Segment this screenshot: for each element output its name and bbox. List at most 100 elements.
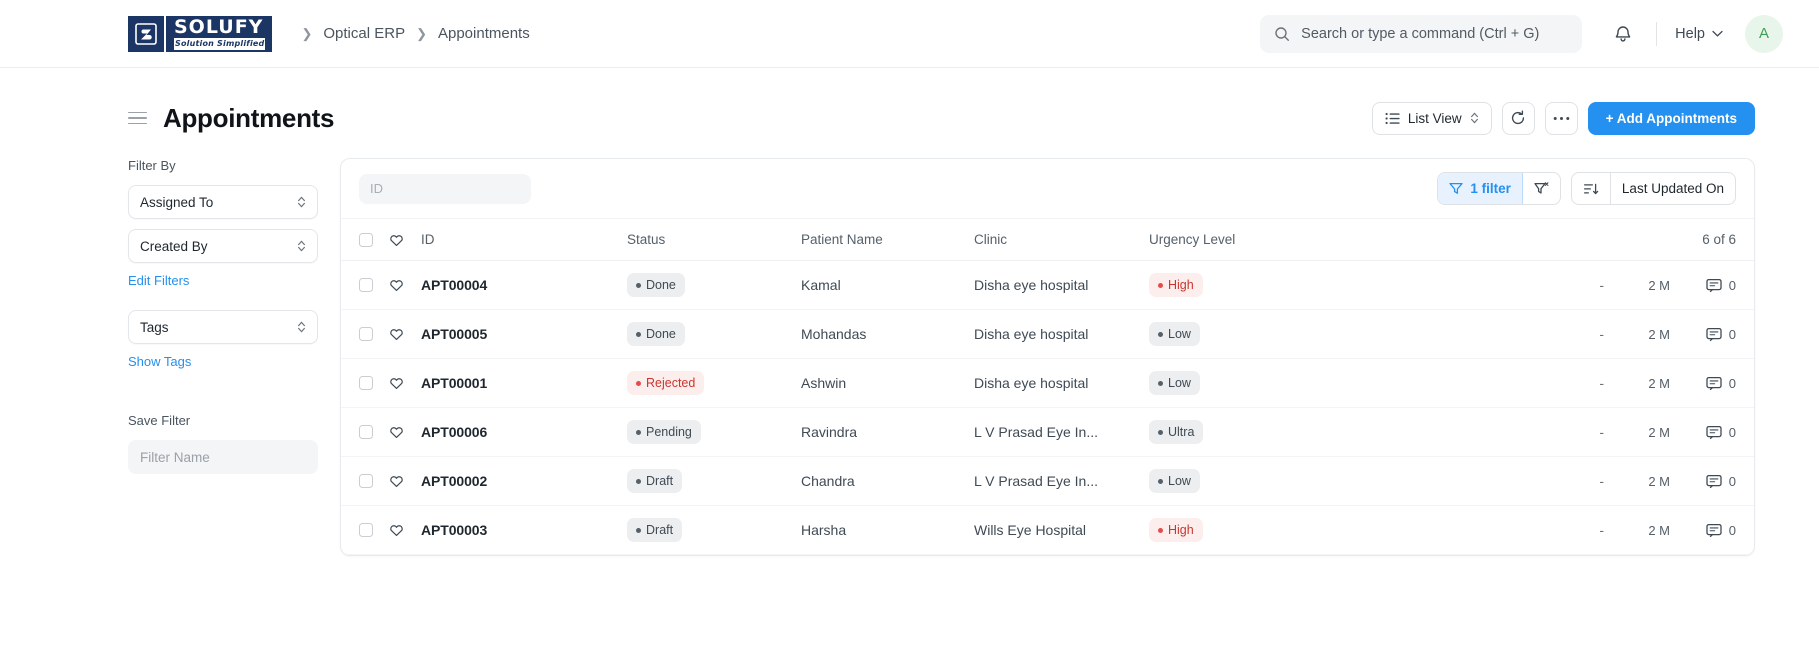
row-comment-cell[interactable]: 0 — [1670, 376, 1736, 391]
row-checkbox[interactable] — [359, 327, 373, 341]
filter-count-button[interactable]: 1 filter — [1438, 173, 1523, 204]
row-checkbox[interactable] — [359, 425, 373, 439]
row-id[interactable]: APT00002 — [421, 473, 487, 489]
urgency-badge: High — [1149, 518, 1203, 542]
row-checkbox[interactable] — [359, 376, 373, 390]
clear-filter-button[interactable] — [1523, 173, 1560, 204]
sort-descending-icon — [1583, 182, 1599, 196]
status-label: Draft — [646, 474, 674, 488]
row-id[interactable]: APT00005 — [421, 326, 487, 342]
funnel-clear-icon — [1534, 182, 1549, 195]
row-modified: 2 M — [1648, 277, 1670, 293]
row-assigned-placeholder: - — [1599, 326, 1604, 342]
table-row[interactable]: APT00003 Draft Harsha Wills Eye Hospital Hig… — [341, 506, 1754, 555]
row-checkbox[interactable] — [359, 523, 373, 537]
row-assigned-placeholder: - — [1599, 522, 1604, 538]
row-id[interactable]: APT00003 — [421, 522, 487, 538]
search-icon — [1274, 26, 1290, 42]
row-comment-cell[interactable]: 0 — [1670, 425, 1736, 440]
filter-tags[interactable]: Tags — [128, 310, 318, 344]
heart-icon[interactable] — [389, 474, 404, 488]
more-options-button[interactable] — [1544, 101, 1578, 135]
row-id[interactable]: APT00004 — [421, 277, 487, 293]
column-header-urgency-level[interactable]: Urgency Level — [1149, 232, 1702, 247]
row-modified: 2 M — [1648, 326, 1670, 342]
table-row[interactable]: APT00004 Done Kamal Disha eye hospital High -… — [341, 261, 1754, 310]
chevron-down-icon — [1712, 30, 1723, 37]
heart-icon[interactable] — [389, 523, 404, 537]
row-checkbox-cell — [359, 523, 389, 537]
urgency-label: High — [1168, 278, 1194, 292]
heart-icon[interactable] — [389, 376, 404, 390]
heart-icon[interactable] — [389, 327, 404, 341]
sidebar-toggle-icon[interactable] — [128, 111, 147, 125]
list-view-label: List View — [1407, 110, 1462, 126]
status-badge: Done — [627, 273, 685, 297]
heart-icon[interactable] — [389, 233, 404, 247]
column-header-id[interactable]: ID — [421, 232, 627, 247]
row-clinic: L V Prasad Eye In... — [974, 424, 1098, 440]
row-clinic: Disha eye hospital — [974, 277, 1089, 293]
filter-by-label: Filter By — [128, 158, 176, 173]
column-header-clinic[interactable]: Clinic — [974, 232, 1149, 247]
appointments-list: 1 filter — [340, 158, 1755, 556]
comment-icon — [1706, 376, 1722, 391]
comment-count: 0 — [1728, 375, 1736, 391]
id-filter-input[interactable] — [359, 173, 531, 204]
help-menu[interactable]: Help — [1671, 20, 1727, 48]
filter-created-by[interactable]: Created By — [128, 229, 318, 263]
breadcrumb-item-optical-erp[interactable]: Optical ERP — [323, 25, 405, 42]
notifications-button[interactable] — [1604, 15, 1642, 53]
like-column-header — [389, 233, 421, 247]
edit-filters-link[interactable]: Edit Filters — [128, 273, 318, 288]
chevron-updown-icon — [297, 320, 306, 334]
row-clinic: L V Prasad Eye In... — [974, 473, 1098, 489]
status-dot-icon — [636, 429, 641, 435]
urgency-label: High — [1168, 523, 1194, 537]
row-comment-cell[interactable]: 0 — [1670, 278, 1736, 293]
column-header-patient-name[interactable]: Patient Name — [801, 232, 974, 247]
select-all-checkbox[interactable] — [359, 232, 373, 247]
global-search[interactable] — [1260, 14, 1583, 53]
row-comment-cell[interactable]: 0 — [1670, 327, 1736, 342]
breadcrumb-item-appointments[interactable]: Appointments — [438, 25, 530, 42]
table-row[interactable]: APT00005 Done Mohandas Disha eye hospital Lo… — [341, 310, 1754, 359]
sort-field-button[interactable]: Last Updated On — [1611, 173, 1735, 204]
row-comment-cell[interactable]: 0 — [1670, 523, 1736, 538]
urgency-label: Low — [1168, 376, 1191, 390]
row-like-cell — [389, 474, 421, 488]
row-modified: 2 M — [1648, 473, 1670, 489]
refresh-button[interactable] — [1501, 101, 1535, 135]
show-tags-link[interactable]: Show Tags — [128, 354, 318, 369]
avatar[interactable]: A — [1745, 14, 1783, 53]
chevron-updown-icon — [1470, 111, 1479, 125]
status-badge: Rejected — [627, 371, 705, 395]
search-input[interactable] — [1301, 25, 1569, 42]
comment-count: 0 — [1728, 277, 1736, 293]
row-checkbox[interactable] — [359, 278, 373, 292]
row-patient-name: Harsha — [801, 522, 847, 538]
sort-direction-button[interactable] — [1572, 173, 1610, 204]
row-id[interactable]: APT00001 — [421, 375, 487, 391]
table-row[interactable]: APT00002 Draft Chandra L V Prasad Eye In...… — [341, 457, 1754, 506]
heart-icon[interactable] — [389, 278, 404, 292]
row-comment-cell[interactable]: 0 — [1670, 474, 1736, 489]
brand-logo[interactable]: SOLUFY Solution Simplified — [128, 15, 273, 52]
row-checkbox-cell — [359, 327, 389, 341]
list-toolbar-actions: 1 filter Last Updated On — [1437, 172, 1736, 205]
list-view-switcher[interactable]: List View — [1371, 101, 1492, 135]
row-checkbox[interactable] — [359, 474, 373, 488]
table-row[interactable]: APT00006 Pending Ravindra L V Prasad Eye In… — [341, 408, 1754, 457]
row-id[interactable]: APT00006 — [421, 424, 487, 440]
table-row[interactable]: APT00001 Rejected Ashwin Disha eye hospital… — [341, 359, 1754, 408]
urgency-label: Low — [1168, 327, 1191, 341]
add-appointments-button[interactable]: + Add Appointments — [1587, 101, 1755, 135]
list-toolbar: 1 filter — [341, 159, 1754, 219]
column-header-status[interactable]: Status — [627, 232, 801, 247]
urgency-dot-icon — [1158, 429, 1163, 435]
heart-icon[interactable] — [389, 425, 404, 439]
table-header: ID Status Patient Name Clinic Urgency Le… — [341, 219, 1754, 261]
filter-assigned-to[interactable]: Assigned To — [128, 185, 318, 219]
status-label: Done — [646, 327, 676, 341]
filter-name-input[interactable] — [128, 440, 318, 474]
